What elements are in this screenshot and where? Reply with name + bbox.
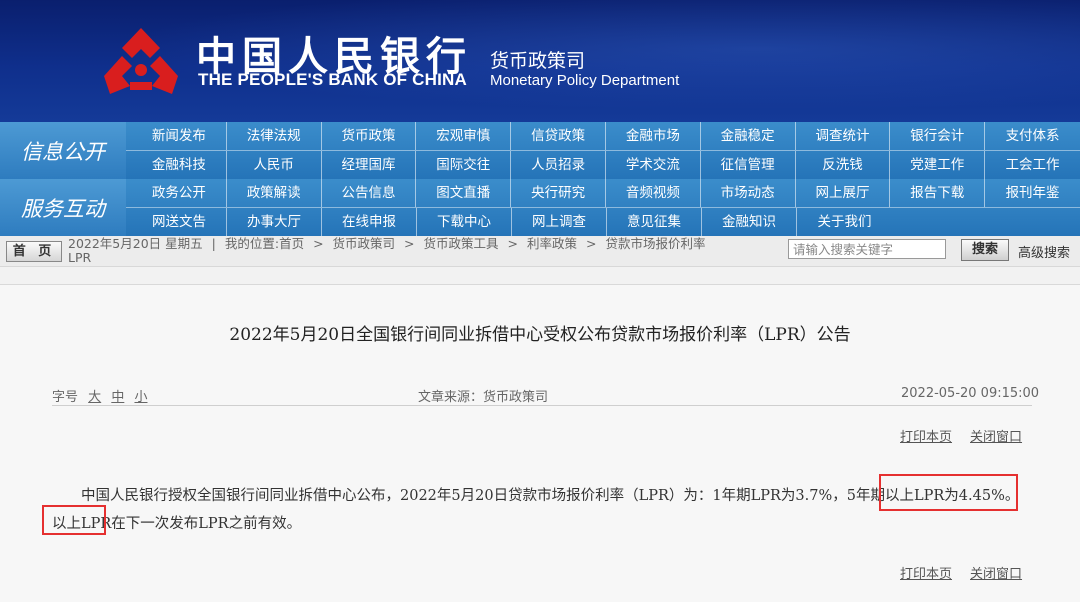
- print-page-link[interactable]: 打印本页: [900, 567, 952, 582]
- chevron-right-icon: >: [585, 236, 597, 251]
- nav-item-info-r1-1[interactable]: 法律法规: [227, 122, 322, 150]
- chevron-right-icon: >: [507, 236, 518, 251]
- info-nav-row-1: 新闻发布 法律法规 货币政策 宏观审慎 信贷政策 金融市场 金融稳定 调查统计 银行会计 支付体系: [132, 122, 1080, 150]
- service-nav-row-2: 网送文告 办事大厅 在线申报 下载中心 网上调查 意见征集 金融知识 关于我们: [132, 208, 1080, 236]
- service-interaction-title: 服务互动: [0, 179, 126, 236]
- separator: |: [211, 236, 216, 251]
- meta-divider: [52, 405, 1032, 406]
- nav-item-service-r1-3[interactable]: 图文直播: [416, 179, 512, 207]
- nav-item-service-r1-2[interactable]: 公告信息: [322, 179, 417, 207]
- pboc-emblem-icon: [104, 28, 178, 94]
- close-window-link[interactable]: 关闭窗口: [970, 567, 1022, 582]
- nav-item-info-r2-8[interactable]: 党建工作: [890, 151, 986, 179]
- nav-item-info-r1-2[interactable]: 货币政策: [322, 122, 417, 150]
- font-size-medium-link[interactable]: 中: [111, 390, 124, 405]
- nav-item-service-r1-9[interactable]: 报刊年鉴: [985, 179, 1080, 207]
- nav-item-service-r1-6[interactable]: 市场动态: [701, 179, 796, 207]
- breadcrumb: 2022年5月20日 星期五 | 我的位置:首页 > 货币政策司 > 货币政策工…: [68, 237, 783, 265]
- info-disclosure-nav: 信息公开 新闻发布 法律法规 货币政策 宏观审慎 信贷政策 金融市场 金融稳定 调查统计 银行会…: [0, 122, 1080, 179]
- article-actions-bottom: 打印本页 关闭窗口: [900, 563, 1022, 582]
- nav-item-info-r1-0[interactable]: 新闻发布: [132, 122, 227, 150]
- nav-item-service-r2-3[interactable]: 下载中心: [417, 208, 512, 236]
- nav-item-service-r2-1[interactable]: 办事大厅: [227, 208, 322, 236]
- nav-item-info-r2-6[interactable]: 征信管理: [701, 151, 796, 179]
- search-button[interactable]: 搜索: [961, 239, 1009, 261]
- nav-item-service-r1-8[interactable]: 报告下载: [890, 179, 986, 207]
- nav-item-service-r1-7[interactable]: 网上展厅: [796, 179, 891, 207]
- nav-item-info-r1-4[interactable]: 信贷政策: [511, 122, 606, 150]
- article-source: 文章来源：货币政策司: [418, 390, 549, 405]
- nav-item-service-r1-4[interactable]: 央行研究: [511, 179, 606, 207]
- font-size-label: 字号: [52, 390, 79, 405]
- nav-item-info-r1-8[interactable]: 银行会计: [890, 122, 986, 150]
- info-disclosure-title: 信息公开: [0, 122, 126, 179]
- nav-item-info-r2-4[interactable]: 人员招录: [511, 151, 606, 179]
- home-button[interactable]: 首 页: [6, 241, 62, 262]
- chevron-right-icon: >: [313, 236, 324, 251]
- article-datetime: 2022-05-20 09:15:00: [901, 386, 1040, 401]
- nav-item-service-r2-5[interactable]: 意见征集: [607, 208, 702, 236]
- advanced-search-link[interactable]: 高级搜索: [1018, 242, 1070, 261]
- font-size-large-link[interactable]: 大: [88, 390, 101, 405]
- nav-item-info-r1-3[interactable]: 宏观审慎: [416, 122, 512, 150]
- nav-item-info-r2-0[interactable]: 金融科技: [132, 151, 227, 179]
- search-input[interactable]: 请输入搜索关键字: [788, 239, 946, 259]
- bank-name-en: THE PEOPLE'S BANK OF CHINA: [198, 70, 467, 89]
- nav-item-info-r2-2[interactable]: 经理国库: [322, 151, 417, 179]
- current-date: 2022年5月20日: [68, 236, 162, 251]
- location-label[interactable]: 我的位置:首页: [225, 236, 304, 251]
- font-size-controls: 字号 大 中 小: [52, 386, 147, 405]
- article-title: 2022年5月20日全国银行间同业拆借中心受权公布贷款市场报价利率（LPR）公告: [229, 325, 851, 345]
- nav-item-info-r1-6[interactable]: 金融稳定: [701, 122, 796, 150]
- nav-item-service-r1-1[interactable]: 政策解读: [227, 179, 322, 207]
- nav-item-service-r2-7[interactable]: 关于我们: [797, 208, 892, 236]
- nav-item-service-r2-2[interactable]: 在线申报: [322, 208, 417, 236]
- nav-item-service-r2-6[interactable]: 金融知识: [702, 208, 797, 236]
- nav-item-info-r2-3[interactable]: 国际交往: [416, 151, 512, 179]
- print-page-link[interactable]: 打印本页: [900, 430, 952, 445]
- nav-item-info-r1-5[interactable]: 金融市场: [606, 122, 701, 150]
- nav-item-info-r2-5[interactable]: 学术交流: [606, 151, 701, 179]
- content-divider: [0, 284, 1080, 285]
- article-actions-top: 打印本页 关闭窗口: [900, 426, 1022, 445]
- breadcrumb-interest-rate-policy[interactable]: 利率政策: [527, 236, 577, 251]
- nav-item-info-r2-9[interactable]: 工会工作: [985, 151, 1080, 179]
- service-nav-row-1: 政务公开 政策解读 公告信息 图文直播 央行研究 音频视频 市场动态 网上展厅 报告下载 报刊年鉴: [132, 179, 1080, 207]
- body-text-part1: 中国人民银行授权全国银行间同业拆借中心公布，2022年5月20日贷款市场报价利率…: [81, 488, 847, 504]
- nav-item-info-r1-7[interactable]: 调查统计: [796, 122, 891, 150]
- highlight-box-rate-value: [42, 505, 106, 535]
- breadcrumb-policy-tools[interactable]: 货币政策工具: [424, 236, 499, 251]
- nav-item-service-r1-5[interactable]: 音频视频: [606, 179, 701, 207]
- highlight-box-5y-lpr: [879, 474, 1018, 511]
- nav-item-info-r1-9[interactable]: 支付体系: [985, 122, 1080, 150]
- info-nav-row-2: 金融科技 人民币 经理国库 国际交往 人员招录 学术交流 征信管理 反洗钱 党建工作 工会工作: [132, 151, 1080, 179]
- nav-item-service-r2-4[interactable]: 网上调查: [512, 208, 607, 236]
- nav-item-service-r2-0[interactable]: 网送文告: [132, 208, 227, 236]
- nav-item-info-r2-7[interactable]: 反洗钱: [796, 151, 891, 179]
- chevron-right-icon: >: [404, 236, 415, 251]
- font-size-small-link[interactable]: 小: [134, 390, 147, 405]
- current-weekday: 星期五: [165, 236, 203, 251]
- breadcrumb-bar: 首 页 2022年5月20日 星期五 | 我的位置:首页 > 货币政策司 > 货…: [0, 236, 1080, 267]
- header-banner: 中国人民银行 THE PEOPLE'S BANK OF CHINA 货币政策司 …: [0, 0, 1080, 122]
- breadcrumb-monetary-policy-dept[interactable]: 货币政策司: [333, 236, 396, 251]
- department-name-en: Monetary Policy Department: [490, 72, 680, 89]
- nav-item-service-r1-0[interactable]: 政务公开: [132, 179, 227, 207]
- nav-item-info-r2-1[interactable]: 人民币: [227, 151, 322, 179]
- service-interaction-nav: 服务互动 政务公开 政策解读 公告信息 图文直播 央行研究 音频视频 市场动态 网上展厅 报告下…: [0, 179, 1080, 236]
- close-window-link[interactable]: 关闭窗口: [970, 430, 1022, 445]
- department-name-cn: 货币政策司: [490, 50, 586, 72]
